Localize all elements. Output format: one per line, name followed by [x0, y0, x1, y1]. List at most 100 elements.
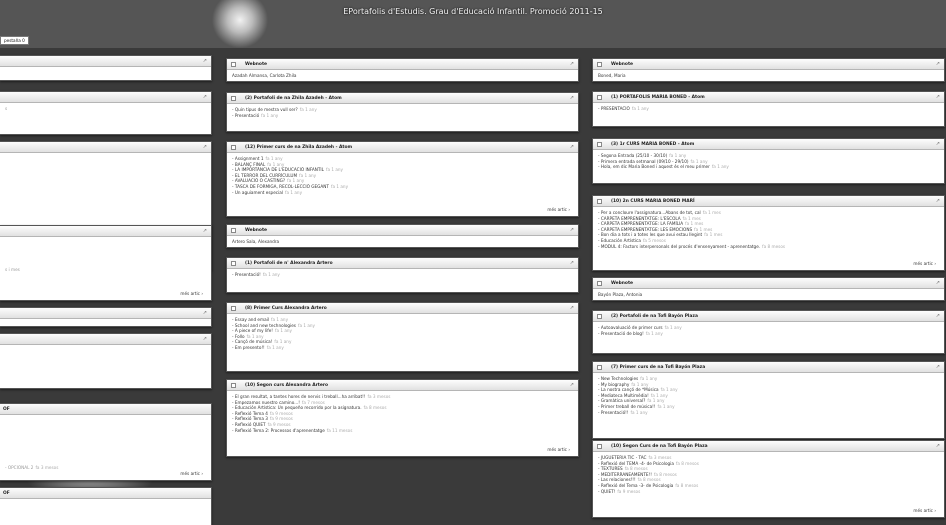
external-arrow-icon[interactable]: ↗: [936, 59, 940, 70]
external-arrow-icon[interactable]: ↗: [570, 142, 574, 153]
feed-panel: (12) Primer curs de na Zhila Azadeh - At…: [226, 141, 579, 217]
panel-header[interactable]: ↗: [0, 334, 211, 345]
checkbox-icon[interactable]: [231, 62, 236, 67]
panel-header[interactable]: Webnote ↗: [227, 225, 578, 236]
checkbox-icon[interactable]: [597, 62, 602, 67]
panel-header[interactable]: (3) 1r CURS MARIA BONED - Atom ↗: [593, 139, 944, 150]
panel-header[interactable]: Webnote ↗: [227, 59, 578, 70]
list-item[interactable]: - Presentació!! fa 1 any: [598, 410, 939, 416]
feed-panel: (1) Portafoli de n' Alexandra Artero ↗ - …: [226, 257, 579, 293]
more-link[interactable]: més artic: [180, 291, 203, 297]
list-item[interactable]: s: [5, 106, 206, 112]
more-link[interactable]: més artic: [180, 471, 203, 477]
panel: ↗ s: [0, 91, 212, 135]
external-arrow-icon[interactable]: ↗: [203, 56, 207, 67]
external-arrow-icon[interactable]: ↗: [570, 258, 574, 269]
feed-panel: (10) Segon curs Alexandra Artero ↗ - El g…: [226, 379, 579, 457]
feed-panel: (1) PORTAFOLIS MARIA BONED - Atom ↗ - PRE…: [592, 91, 945, 127]
webnote-text[interactable]: Bayón Plaza, Antonia: [598, 292, 939, 298]
checkbox-icon[interactable]: [231, 96, 236, 101]
feed-panel: (2) Portafoli de na Zhila Azadeh - Atom ↗…: [226, 92, 579, 132]
list-item[interactable]: - Presentació! fa 1 any: [232, 272, 573, 278]
panel: ↗: [0, 307, 212, 327]
external-arrow-icon[interactable]: ↗: [570, 93, 574, 104]
checkbox-icon[interactable]: [231, 145, 236, 150]
webnote-text[interactable]: Azadah Almansa, Carlota Zhila: [232, 73, 573, 79]
list-item[interactable]: - Un aguiament especial fa 1 any: [232, 190, 573, 196]
webnote-text[interactable]: Boned, Maria: [598, 73, 939, 79]
webnote-text[interactable]: Artero Sala, Alexandra: [232, 239, 573, 245]
checkbox-icon[interactable]: [231, 306, 236, 311]
panel: OF - OPCIONAL 2 fa 3 mesos més artic: [0, 403, 212, 481]
panel: OF: [0, 487, 212, 525]
external-arrow-icon[interactable]: ↗: [936, 362, 940, 373]
external-arrow-icon[interactable]: ↗: [203, 142, 207, 153]
panel-header[interactable]: (1) Portafoli de n' Alexandra Artero ↗: [227, 258, 578, 269]
list-item[interactable]: - Em presento!! fa 1 any: [232, 345, 573, 351]
external-arrow-icon[interactable]: ↗: [936, 92, 940, 103]
panel-header[interactable]: (12) Primer curs de na Zhila Azadeh - At…: [227, 142, 578, 153]
list-item[interactable]: - PRESENTACIÓ fa 1 any: [598, 106, 939, 112]
list-item[interactable]: s i mes: [5, 267, 206, 273]
list-item[interactable]: - Reflexió Tema 2: Processos d'aprenenta…: [232, 428, 573, 434]
checkbox-icon[interactable]: [597, 444, 602, 449]
panel-header[interactable]: ↗: [0, 226, 211, 237]
checkbox-icon[interactable]: [597, 365, 602, 370]
panel-header[interactable]: ↗: [0, 56, 211, 67]
feed-panel: (2) Portafoli de na Tofi Bayón Plaza ↗ - …: [592, 310, 945, 354]
external-arrow-icon[interactable]: ↗: [936, 196, 940, 207]
panel-header[interactable]: (10) Segon Curs de na Tofi Bayón Plaza ↗: [593, 441, 944, 452]
checkbox-icon[interactable]: [231, 228, 236, 233]
list-item[interactable]: - OPCIONAL 2 fa 3 mesos: [5, 465, 206, 471]
panel-header[interactable]: (8) Primer Curs Alexandra Artero ↗: [227, 303, 578, 314]
external-arrow-icon[interactable]: ↗: [936, 311, 940, 322]
panel-header[interactable]: (2) Portafoli de na Tofi Bayón Plaza ↗: [593, 311, 944, 322]
checkbox-icon[interactable]: [231, 383, 236, 388]
list-item[interactable]: - Presentació de blog! fa 1 any: [598, 331, 939, 337]
more-link[interactable]: més artic: [547, 447, 570, 453]
feed-panel: (10) Segon Curs de na Tofi Bayón Plaza ↗ …: [592, 440, 945, 518]
checkbox-icon[interactable]: [597, 281, 602, 286]
panel-header[interactable]: (10) 2n CURS MARIA BONED MARÍ ↗: [593, 196, 944, 207]
checkbox-icon[interactable]: [597, 314, 602, 319]
panel-header[interactable]: (10) Segon curs Alexandra Artero ↗: [227, 380, 578, 391]
panel-header[interactable]: OF: [0, 488, 211, 499]
webnote-panel: Webnote ↗ Bayón Plaza, Antonia: [592, 277, 945, 301]
panel: ↗: [0, 55, 212, 81]
panel-header[interactable]: OF: [0, 404, 211, 415]
list-item[interactable]: - QUIET! fa 9 mesos: [598, 489, 939, 495]
external-arrow-icon[interactable]: ↗: [203, 308, 207, 319]
panel: ↗: [0, 333, 212, 389]
external-arrow-icon[interactable]: ↗: [570, 380, 574, 391]
tab-0[interactable]: pestaña 0: [0, 36, 29, 45]
external-arrow-icon[interactable]: ↗: [203, 226, 207, 237]
panel-header[interactable]: (1) PORTAFOLIS MARIA BONED - Atom ↗: [593, 92, 944, 103]
more-link[interactable]: més artic: [547, 207, 570, 213]
external-arrow-icon[interactable]: ↗: [203, 334, 207, 345]
panel-header[interactable]: Webnote ↗: [593, 59, 944, 70]
panel-header[interactable]: ↗: [0, 92, 211, 103]
checkbox-icon[interactable]: [597, 95, 602, 100]
external-arrow-icon[interactable]: ↗: [570, 225, 574, 236]
list-item[interactable]: - Presentació fa 1 any: [232, 113, 573, 119]
more-link[interactable]: més artic: [913, 261, 936, 267]
checkbox-icon[interactable]: [231, 261, 236, 266]
checkbox-icon[interactable]: [597, 199, 602, 204]
list-item[interactable]: - Hola, em dic Maria Boned i aquest és e…: [598, 164, 939, 170]
checkbox-icon[interactable]: [597, 142, 602, 147]
external-arrow-icon[interactable]: ↗: [936, 139, 940, 150]
external-arrow-icon[interactable]: ↗: [936, 441, 940, 452]
panel-header[interactable]: (7) Primer curs de na Tofi Bayón Plaza ↗: [593, 362, 944, 373]
external-arrow-icon[interactable]: ↗: [570, 303, 574, 314]
panel: ↗ s i mes més artic: [0, 225, 212, 301]
panel-header[interactable]: (2) Portafoli de na Zhila Azadeh - Atom ↗: [227, 93, 578, 104]
feed-panel: (10) 2n CURS MARIA BONED MARÍ ↗ - Per a c…: [592, 195, 945, 271]
panel-header[interactable]: ↗: [0, 308, 211, 319]
external-arrow-icon[interactable]: ↗: [570, 59, 574, 70]
external-arrow-icon[interactable]: ↗: [203, 92, 207, 103]
more-link[interactable]: més artic: [913, 508, 936, 514]
list-item[interactable]: - MODUL 4: Factors interpersonals del pr…: [598, 244, 939, 250]
panel-header[interactable]: Webnote ↗: [593, 278, 944, 289]
panel-header[interactable]: ↗: [0, 142, 211, 153]
external-arrow-icon[interactable]: ↗: [936, 278, 940, 289]
